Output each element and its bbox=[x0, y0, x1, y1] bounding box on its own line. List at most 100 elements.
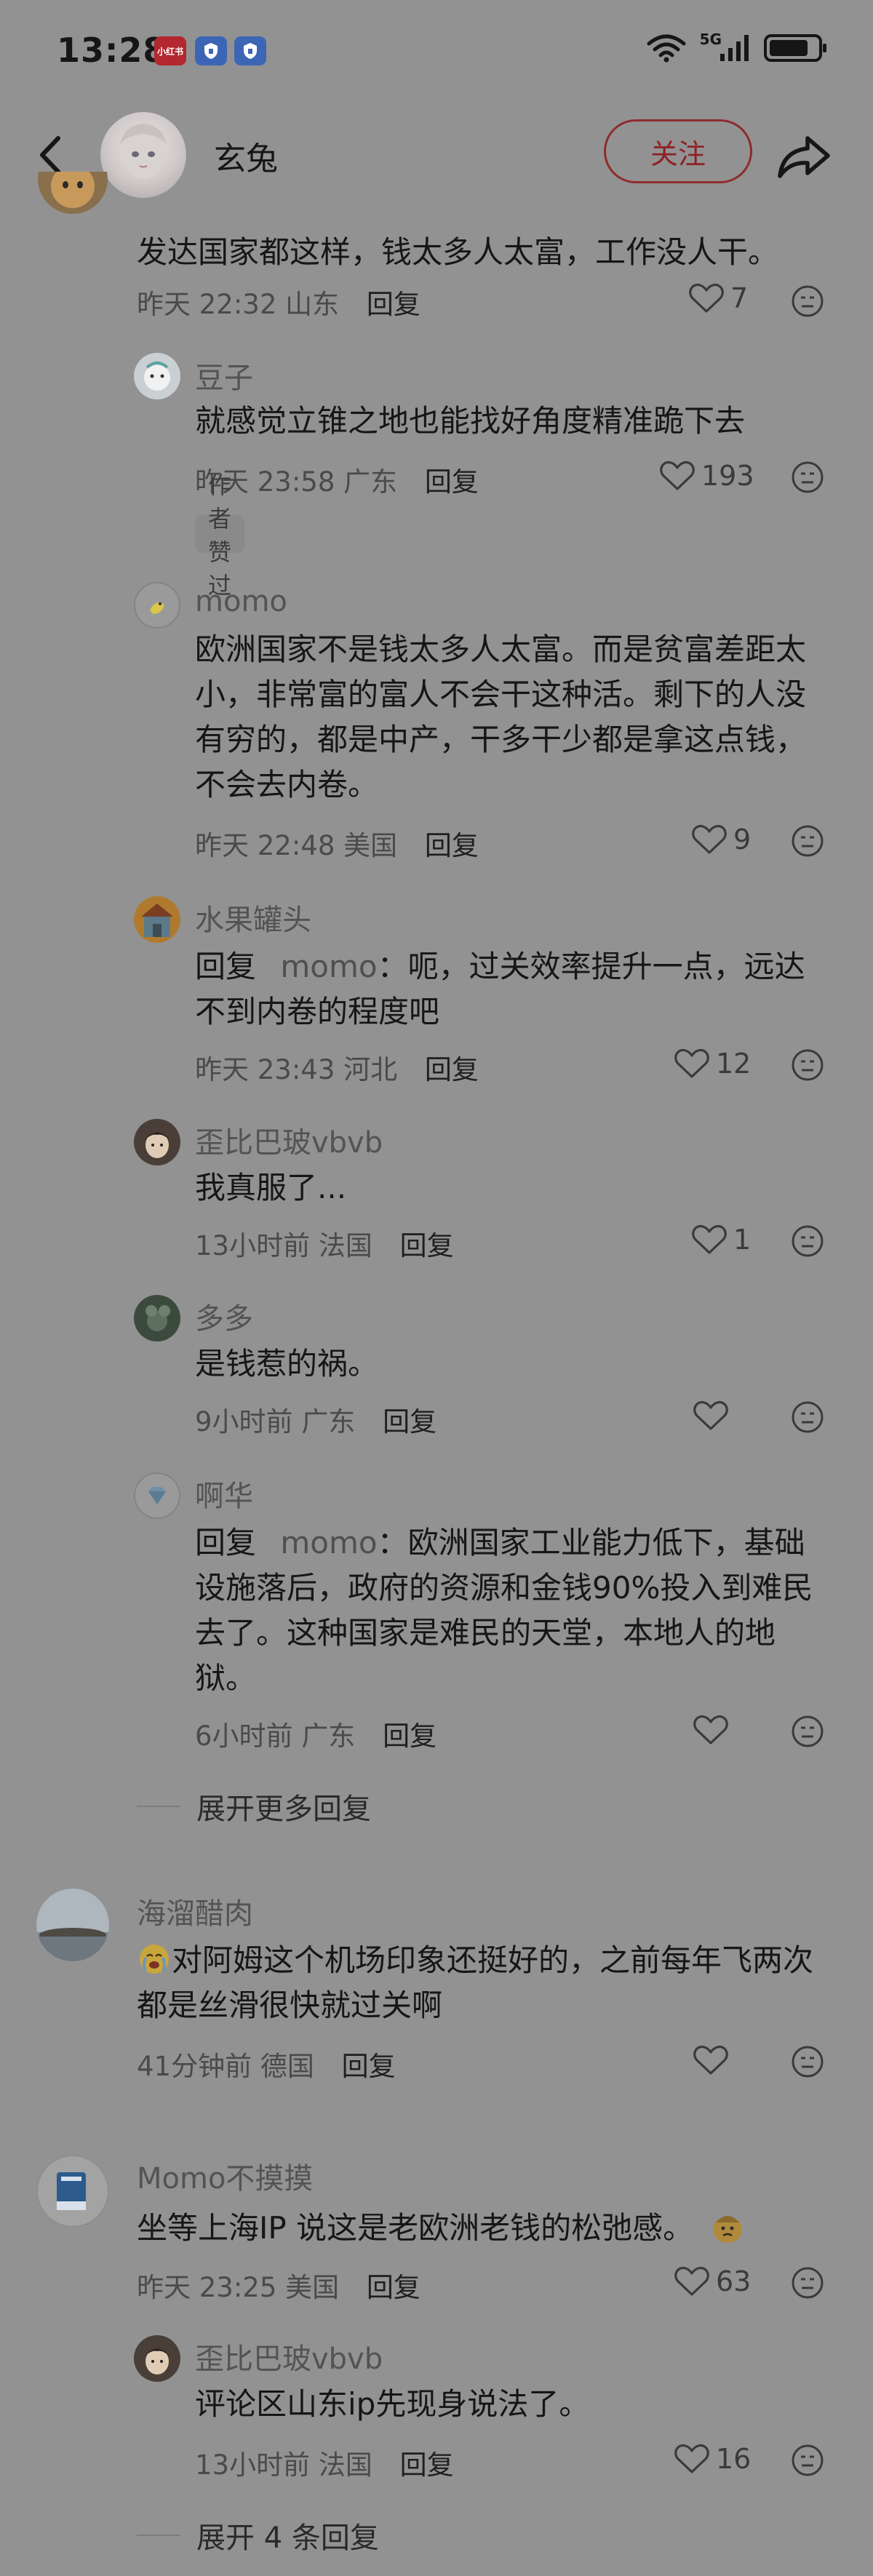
reply-time: 昨天 22:48 bbox=[195, 830, 335, 861]
reply-prefix: 回复 bbox=[195, 949, 257, 984]
comment-meta: 41分钟前 德国 回复 bbox=[137, 2044, 396, 2083]
reply-time: 13小时前 bbox=[195, 1230, 311, 1261]
reply-username[interactable]: 水果罐头 bbox=[195, 896, 311, 938]
dislike-icon[interactable] bbox=[790, 1400, 825, 1435]
dislike-icon[interactable] bbox=[790, 460, 825, 495]
author-name[interactable]: 玄兔 bbox=[214, 132, 278, 179]
xiaohongshu-notification-icon: 小红书 bbox=[154, 36, 186, 65]
reply-username[interactable]: 歪比巴玻vbvb bbox=[195, 2335, 383, 2377]
like-button[interactable]: 9 bbox=[691, 824, 751, 856]
smug-emoji-icon bbox=[709, 2208, 746, 2246]
dislike-icon[interactable] bbox=[790, 1224, 825, 1259]
heart-icon bbox=[674, 2444, 709, 2473]
battery-icon bbox=[764, 34, 826, 62]
heart-icon bbox=[693, 1400, 728, 1430]
comment-time: 昨天 22:32 bbox=[137, 289, 277, 320]
like-button[interactable]: 1 bbox=[691, 1224, 751, 1256]
shield-app-notification-icon bbox=[234, 36, 266, 65]
expand-replies-label: 展开更多回复 bbox=[196, 1793, 371, 1826]
like-button[interactable]: 12 bbox=[674, 1048, 751, 1080]
reply-avatar[interactable] bbox=[134, 1472, 180, 1519]
reply-avatar[interactable] bbox=[134, 896, 180, 943]
dislike-icon[interactable] bbox=[790, 284, 825, 319]
reply-location: 河北 bbox=[343, 1054, 398, 1085]
heart-icon bbox=[693, 2045, 728, 2075]
reply-avatar[interactable] bbox=[134, 353, 180, 399]
reply-username[interactable]: 歪比巴玻vbvb bbox=[195, 1119, 383, 1161]
reply-button[interactable]: 回复 bbox=[367, 2272, 420, 2303]
wifi-icon bbox=[647, 34, 686, 63]
dislike-icon[interactable] bbox=[790, 824, 825, 858]
divider-line bbox=[137, 2535, 180, 2536]
reply-button[interactable]: 回复 bbox=[342, 2051, 396, 2082]
comment-location: 山东 bbox=[285, 289, 340, 320]
like-button[interactable]: 193 bbox=[659, 460, 754, 492]
heart-icon bbox=[674, 1048, 709, 1078]
comment-username[interactable]: Momo不摸摸 bbox=[137, 2155, 313, 2197]
heart-icon bbox=[689, 283, 724, 313]
reply-location: 法国 bbox=[318, 2449, 372, 2481]
reply-username[interactable]: 豆子 bbox=[195, 354, 253, 396]
reply-text: 欧洲国家不是钱太多人太富。而是贫富差距太小，非常富的富人不会干这种活。剩下的人没… bbox=[195, 631, 807, 802]
reply-button[interactable]: 回复 bbox=[425, 466, 479, 498]
dislike-icon[interactable] bbox=[790, 2044, 825, 2079]
like-count: 7 bbox=[730, 282, 749, 314]
comment-avatar[interactable] bbox=[36, 1889, 109, 1961]
divider-line bbox=[137, 1806, 180, 1807]
dislike-icon[interactable] bbox=[790, 1714, 825, 1749]
reply-username[interactable]: momo bbox=[195, 585, 287, 618]
reply-avatar[interactable] bbox=[134, 582, 180, 629]
reply-avatar[interactable] bbox=[134, 1295, 180, 1341]
like-button[interactable] bbox=[693, 1714, 735, 1746]
author-avatar[interactable] bbox=[100, 112, 186, 198]
share-icon[interactable] bbox=[773, 127, 834, 185]
like-button[interactable]: 63 bbox=[674, 2265, 751, 2297]
like-button[interactable]: 7 bbox=[688, 282, 748, 314]
reply-meta: 昨天 23:58 广东 回复 bbox=[195, 460, 479, 499]
status-bar: 13:28 小红书 5G bbox=[0, 0, 873, 102]
reply-text: 评论区山东ip先现身说法了。 bbox=[195, 2386, 590, 2422]
reply-button[interactable]: 回复 bbox=[400, 2449, 454, 2481]
like-button[interactable]: 16 bbox=[674, 2443, 751, 2475]
comment-location: 美国 bbox=[285, 2272, 340, 2303]
comment-location: 德国 bbox=[260, 2051, 314, 2082]
comment-username[interactable]: 海溜醋肉 bbox=[137, 1890, 253, 1932]
reply-avatar[interactable] bbox=[134, 2335, 180, 2382]
reply-location: 法国 bbox=[318, 1230, 372, 1261]
reply-avatar[interactable] bbox=[134, 1119, 180, 1165]
reply-text: 是钱惹的祸。 bbox=[195, 1346, 379, 1381]
reply-button[interactable]: 回复 bbox=[383, 1720, 436, 1752]
network-type: 5G bbox=[699, 31, 722, 48]
like-count: 12 bbox=[716, 1048, 752, 1080]
like-button[interactable] bbox=[693, 1400, 735, 1432]
signal-icon bbox=[720, 35, 749, 61]
mention-link[interactable]: momo bbox=[280, 949, 377, 984]
like-button[interactable] bbox=[693, 2044, 735, 2076]
comment-avatar[interactable] bbox=[36, 172, 109, 237]
reply-button[interactable]: 回复 bbox=[400, 1230, 454, 1261]
mention-link[interactable]: momo bbox=[280, 1525, 377, 1560]
expand-replies-button[interactable]: 展开 4 条回复 bbox=[137, 2514, 379, 2556]
reply-button[interactable]: 回复 bbox=[425, 1054, 479, 1085]
reply-button[interactable]: 回复 bbox=[367, 289, 420, 320]
reply-location: 广东 bbox=[301, 1720, 356, 1752]
reply-meta: 9小时前 广东 回复 bbox=[195, 1400, 436, 1439]
dislike-icon[interactable] bbox=[790, 2443, 825, 2478]
heart-icon bbox=[693, 1715, 728, 1744]
reply-time: 13小时前 bbox=[195, 2449, 311, 2481]
reply-button[interactable]: 回复 bbox=[383, 1406, 436, 1437]
reply-button[interactable]: 回复 bbox=[425, 830, 479, 861]
comment-avatar[interactable] bbox=[36, 2155, 109, 2228]
expand-replies-button[interactable]: 展开更多回复 bbox=[137, 1785, 371, 1827]
reply-location: 广东 bbox=[301, 1406, 356, 1437]
like-count: 193 bbox=[701, 460, 754, 492]
reply-meta: 6小时前 广东 回复 bbox=[195, 1714, 436, 1753]
comment-text: 发达国家都这样，钱太多人太富，工作没人干。 bbox=[137, 234, 779, 270]
follow-button[interactable]: 关注 bbox=[604, 119, 752, 183]
dislike-icon[interactable] bbox=[790, 1048, 825, 1082]
reply-username[interactable]: 啊华 bbox=[195, 1472, 253, 1515]
like-count: 1 bbox=[733, 1224, 752, 1256]
dislike-icon[interactable] bbox=[790, 2265, 825, 2300]
reply-username[interactable]: 多多 bbox=[195, 1295, 253, 1337]
shield-app-notification-icon bbox=[195, 36, 227, 65]
